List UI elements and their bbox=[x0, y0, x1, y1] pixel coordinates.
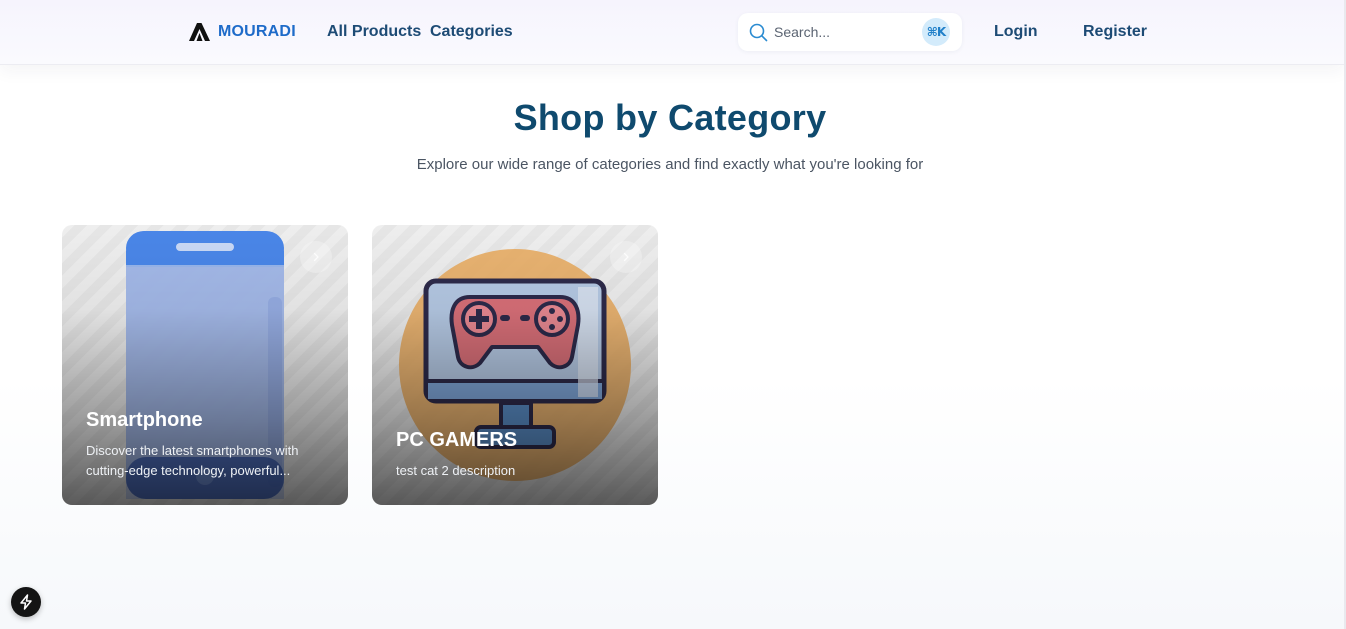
category-title: Smartphone bbox=[86, 409, 203, 431]
section-subtitle: Explore our wide range of categories and… bbox=[416, 156, 924, 173]
search-shortcut-badge: ⌘K bbox=[922, 18, 950, 46]
brand-name: MOURADI bbox=[218, 23, 296, 40]
brand-logo[interactable]: MOURADI bbox=[189, 22, 296, 42]
description-line: test cat 2 description bbox=[396, 463, 516, 478]
search-input[interactable] bbox=[774, 22, 914, 42]
brand-logo-icon bbox=[189, 23, 210, 41]
nav-link-categories[interactable]: Categories bbox=[430, 23, 513, 41]
login-link[interactable]: Login bbox=[994, 23, 1038, 41]
dev-tools-badge[interactable] bbox=[11, 587, 41, 617]
section-title: Shop by Category bbox=[513, 97, 827, 138]
lightning-bolt-icon bbox=[20, 594, 32, 610]
search-icon bbox=[749, 23, 768, 42]
top-navbar: MOURADI All Products Categories ⌘K Login… bbox=[0, 0, 1344, 65]
card-arrow-button[interactable] bbox=[610, 241, 642, 273]
category-description: test cat 2 description bbox=[396, 461, 636, 481]
category-card-pc-gamers[interactable]: PC GAMERS test cat 2 description bbox=[372, 225, 658, 505]
chevron-right-icon bbox=[623, 252, 629, 262]
card-arrow-button[interactable] bbox=[300, 241, 332, 273]
category-description: Discover the latest smartphones with cut… bbox=[86, 441, 326, 481]
search-box[interactable]: ⌘K bbox=[738, 13, 962, 51]
description-line: Discover the latest smartphones with bbox=[86, 443, 299, 458]
chevron-right-icon bbox=[313, 252, 319, 262]
category-title: PC GAMERS bbox=[396, 429, 518, 451]
category-card-smartphone[interactable]: Smartphone Discover the latest smartphon… bbox=[62, 225, 348, 505]
register-link[interactable]: Register bbox=[1083, 23, 1147, 41]
nav-link-all-products[interactable]: All Products bbox=[327, 23, 421, 41]
description-line: cutting-edge technology, powerful... bbox=[86, 463, 291, 478]
